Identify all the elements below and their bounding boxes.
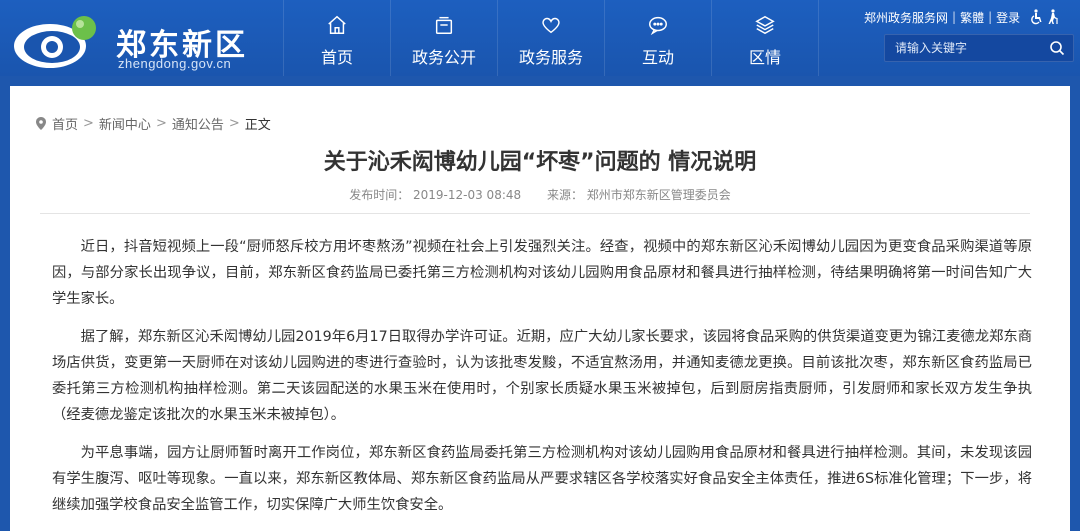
chat-bubble-icon: [649, 16, 667, 36]
search-box: [884, 34, 1074, 62]
article-paragraph: 为平息事端，园方让厨师暂时离开工作岗位，郑东新区食药监局委托第三方检测机构对该幼…: [52, 445, 1032, 513]
breadcrumb-separator: >: [228, 116, 240, 131]
title-divider: [40, 213, 1030, 214]
article-title: 关于沁禾闳博幼儿园“坏枣”问题的 情况说明: [323, 150, 757, 175]
nav-label: 区情: [748, 48, 781, 67]
document-stack-icon: [435, 16, 453, 34]
nav-item-interaction[interactable]: 互动: [605, 0, 711, 76]
breadcrumb-home[interactable]: 首页: [52, 114, 78, 133]
login-link[interactable]: 登录: [996, 9, 1020, 26]
service-network-link[interactable]: 郑州政务服务网: [864, 9, 948, 26]
article-paragraph: 近日，抖音短视频上一段“厨师怒斥校方用坏枣熬汤”视频在社会上引发强烈关注。经查，…: [52, 239, 1032, 307]
article-meta: 发布时间： 2019-12-03 08:48 来源： 郑州市郑东新区管理委员会: [10, 186, 1070, 203]
site-header: 郑东新区 zhengdong.gov.cn 首页 政务公开 政务服务 互动 区情…: [0, 0, 1080, 76]
breadcrumb-current: 正文: [244, 118, 271, 133]
article-paragraph: 据了解，郑东新区沁禾闳博幼儿园2019年6月17日取得办学许可证。近期，应广大幼…: [52, 329, 1032, 423]
nav-label: 政务服务: [518, 48, 583, 67]
breadcrumb-separator: >: [155, 116, 167, 131]
main-nav: 首页 政务公开 政务服务 互动 区情: [283, 0, 819, 76]
breadcrumb-news-center[interactable]: 新闻中心: [99, 114, 151, 133]
search-input[interactable]: [885, 35, 1045, 61]
publish-time: 发布时间： 2019-12-03 08:48: [349, 188, 522, 202]
nav-item-home[interactable]: 首页: [284, 0, 390, 76]
breadcrumb: 首页 > 新闻中心 > 通知公告 > 正文: [36, 114, 271, 133]
brand-domain: zhengdong.gov.cn: [118, 56, 232, 71]
nav-divider: [818, 0, 819, 76]
nav-item-gov-affairs-open[interactable]: 政务公开: [391, 0, 497, 76]
nav-item-district-info[interactable]: 区情: [712, 0, 818, 76]
nav-item-gov-service[interactable]: 政务服务: [498, 0, 604, 76]
search-icon[interactable]: [1049, 40, 1065, 56]
link-separator: |: [952, 10, 957, 24]
link-separator: |: [988, 10, 993, 24]
breadcrumb-separator: >: [83, 116, 94, 131]
nav-label: 互动: [641, 48, 674, 67]
home-icon: [328, 15, 346, 34]
location-pin-icon: [36, 117, 46, 130]
logo-mark-icon: [14, 16, 96, 68]
elderly-mode-icon[interactable]: [1046, 9, 1062, 25]
site-logo[interactable]: 郑东新区 zhengdong.gov.cn: [12, 12, 272, 72]
layers-icon: [755, 15, 775, 35]
heart-icon: [542, 17, 560, 34]
nav-label: 政务公开: [411, 48, 476, 67]
traditional-chinese-link[interactable]: 繁體: [960, 9, 984, 26]
wheelchair-icon[interactable]: [1028, 9, 1044, 25]
accessibility-tools: [1026, 9, 1062, 25]
nav-label: 首页: [320, 48, 353, 67]
article-body: 近日，抖音短视频上一段“厨师怒斥校方用坏枣熬汤”视频在社会上引发强烈关注。经查，…: [52, 234, 1032, 530]
article-card: 首页 > 新闻中心 > 通知公告 > 正文 关于沁禾闳博幼儿园“坏枣”问题的 情…: [10, 86, 1070, 531]
top-links: 郑州政务服务网 | 繁體 | 登录: [864, 8, 1062, 26]
article-source: 来源： 郑州市郑东新区管理委员会: [546, 188, 731, 202]
breadcrumb-notices[interactable]: 通知公告: [172, 114, 224, 133]
